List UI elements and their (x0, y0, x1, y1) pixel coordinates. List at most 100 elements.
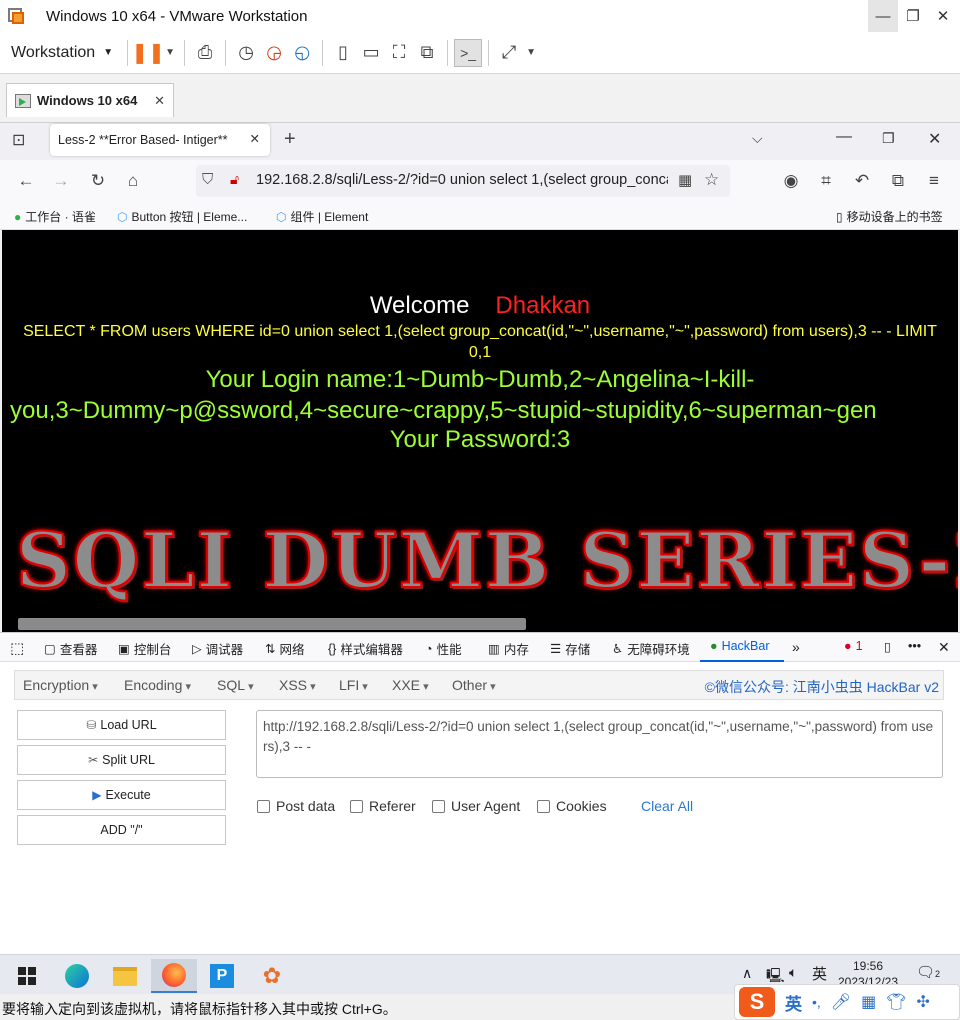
tab-inspector[interactable]: ▢ 查看器 (44, 639, 97, 658)
qr-code-icon[interactable]: ▦ (678, 171, 692, 189)
ime-mode[interactable]: 英 (785, 990, 802, 1015)
tab-storage[interactable]: ☰ 存储 (550, 639, 590, 658)
hackbar-url-textarea[interactable]: http://192.168.2.8/sqli/Less-2/?id=0 uni… (256, 710, 943, 778)
pause-icon[interactable]: ❚❚ (131, 39, 165, 67)
bookmark-item[interactable]: ⬡ Button 按钮 | Eleme... (117, 208, 247, 225)
execute-button[interactable]: ▶ Execute (17, 780, 226, 810)
tab-network[interactable]: ⇅ 网络 (265, 639, 305, 658)
chevron-down-icon[interactable]: ▼ (523, 39, 539, 67)
toolbox-icon[interactable]: ✣ (917, 992, 930, 1012)
chevron-down-icon[interactable]: ⌵ (752, 130, 763, 147)
maximize-button[interactable]: ❐ (898, 0, 928, 32)
element-picker-icon[interactable]: ⬚ (10, 639, 24, 657)
account-icon[interactable]: ◉ (778, 168, 804, 194)
phpstudy-app[interactable]: ✿ (249, 959, 295, 993)
more-options-icon[interactable]: ••• (908, 639, 921, 653)
bookmark-item[interactable]: ● 工作台 · 语雀 (14, 208, 96, 225)
close-icon[interactable]: ✕ (250, 131, 260, 146)
home-icon[interactable]: ⌂ (120, 168, 146, 194)
menu-encryption[interactable]: Encryption (23, 677, 98, 693)
unity-icon[interactable]: ⧉ (413, 39, 441, 67)
dock-icon[interactable]: ▯ (884, 639, 891, 654)
new-tab-icon[interactable]: + (284, 128, 296, 151)
shield-icon[interactable]: ⛉ (202, 171, 213, 188)
menu-encoding[interactable]: Encoding (124, 677, 191, 693)
chevron-up-icon[interactable]: ∧ (742, 965, 752, 982)
post-data-checkbox[interactable]: Post data (257, 798, 335, 814)
skin-icon[interactable]: 👕︎ (886, 992, 906, 1012)
bookmark-star-icon[interactable]: ☆ (704, 170, 719, 190)
mobile-bookmarks[interactable]: ▯ 移动设备上的书签 (836, 208, 943, 225)
add-slash-button[interactable]: ADD "/" (17, 815, 226, 845)
checkbox[interactable] (257, 799, 270, 813)
tab-performance[interactable]: ◔ 性能 (425, 639, 462, 658)
tab-debugger[interactable]: ▷ 调试器 (192, 639, 243, 658)
minimize-button[interactable]: — (868, 0, 898, 32)
restore-button[interactable]: ❐ (882, 130, 895, 147)
error-badge[interactable]: ● 1 (844, 639, 863, 653)
send-ctrl-alt-del-icon[interactable]: ⎙ (191, 39, 219, 67)
cookies-checkbox[interactable]: Cookies (537, 798, 607, 814)
ime-toolbar[interactable]: S 英 •, 🎤︎ ▦ 👕︎ ✣ (734, 984, 960, 1020)
tab-console[interactable]: ▣ 控制台 (118, 639, 171, 658)
keyboard-icon[interactable]: ▦ (861, 992, 876, 1012)
snapshot-manager-icon[interactable]: ◵ (288, 39, 316, 67)
extensions-icon[interactable]: ⧉ (885, 168, 911, 194)
snapshot-icon[interactable]: ◷ (232, 39, 260, 67)
load-url-button[interactable]: ⛁ Load URL (17, 710, 226, 740)
back-icon[interactable]: ← (13, 168, 39, 194)
menu-xss[interactable]: XSS (279, 677, 316, 693)
close-button[interactable]: ✕ (928, 0, 958, 32)
url-text[interactable]: 192.168.2.8/sqli/Less-2/?id=0 union sele… (256, 172, 668, 188)
horizontal-scrollbar[interactable] (18, 618, 526, 630)
thumbnail-icon[interactable]: ▭ (357, 39, 385, 67)
pycharm-app[interactable]: P (199, 959, 245, 993)
library-icon[interactable]: ▯ (329, 39, 357, 67)
hackbar-credit[interactable]: ©微信公众号: 江南小虫虫 HackBar v2 (705, 677, 939, 697)
start-button[interactable] (4, 959, 50, 993)
close-button[interactable]: ✕ (928, 129, 941, 149)
insecure-lock-icon[interactable]: 🔓︎ (230, 171, 239, 188)
menu-icon[interactable]: ≡ (921, 168, 947, 194)
more-tabs-icon[interactable]: » (792, 639, 800, 655)
console-icon[interactable]: >_ (454, 38, 483, 67)
checkbox[interactable] (537, 799, 550, 813)
tab-manager-icon[interactable]: ⊡ (12, 130, 25, 150)
fullscreen-icon[interactable]: ⛶ (385, 39, 413, 67)
tab-style-editor[interactable]: {} 样式编辑器 (328, 639, 403, 658)
forward-icon[interactable]: → (48, 168, 74, 194)
checkbox[interactable] (432, 799, 445, 813)
workstation-menu[interactable]: Workstation ▼ (11, 44, 113, 62)
close-icon[interactable]: ✕ (154, 93, 165, 109)
minimize-button[interactable]: — (836, 128, 852, 146)
clear-all-link[interactable]: Clear All (641, 798, 693, 814)
menu-lfi[interactable]: LFI (339, 677, 368, 693)
tab-hackbar[interactable]: ● HackBar (710, 639, 770, 653)
crop-icon[interactable]: ⌗ (813, 168, 839, 194)
reload-icon[interactable]: ↻ (85, 168, 111, 194)
undo-icon[interactable]: ↶ (849, 168, 875, 194)
menu-xxe[interactable]: XXE (392, 677, 429, 693)
revert-snapshot-icon[interactable]: ◶ (260, 39, 288, 67)
vm-tab-windows10[interactable]: Windows 10 x64 ✕ (6, 83, 174, 117)
chevron-down-icon[interactable]: ▼ (162, 39, 178, 67)
menu-sql[interactable]: SQL (217, 677, 254, 693)
notification-icon[interactable]: 🗨︎2 (916, 963, 940, 981)
ime-punctuation[interactable]: •, (812, 994, 821, 1010)
close-icon[interactable]: ✕ (938, 639, 950, 656)
edge-app[interactable] (54, 959, 100, 993)
explorer-app[interactable] (102, 959, 148, 993)
bookmark-item[interactable]: ⬡ 组件 | Element (276, 208, 368, 225)
stretch-icon[interactable]: ⤢ (495, 39, 523, 67)
ime-indicator[interactable]: 英 (812, 963, 827, 984)
user-agent-checkbox[interactable]: User Agent (432, 798, 520, 814)
firefox-app[interactable] (151, 959, 197, 993)
microphone-icon[interactable]: 🎤︎ (831, 992, 851, 1012)
checkbox[interactable] (350, 799, 363, 813)
split-url-button[interactable]: ✂ Split URL (17, 745, 226, 775)
tab-accessibility[interactable]: ♿︎ 无障碍环境 (612, 639, 690, 658)
menu-other[interactable]: Other (452, 677, 496, 693)
tab-memory[interactable]: ▥ 内存 (488, 639, 529, 658)
url-bar[interactable]: ⛉ 🔓︎ 192.168.2.8/sqli/Less-2/?id=0 union… (196, 165, 730, 197)
browser-tab-active[interactable]: Less-2 **Error Based- Intiger** ✕ (50, 124, 270, 156)
